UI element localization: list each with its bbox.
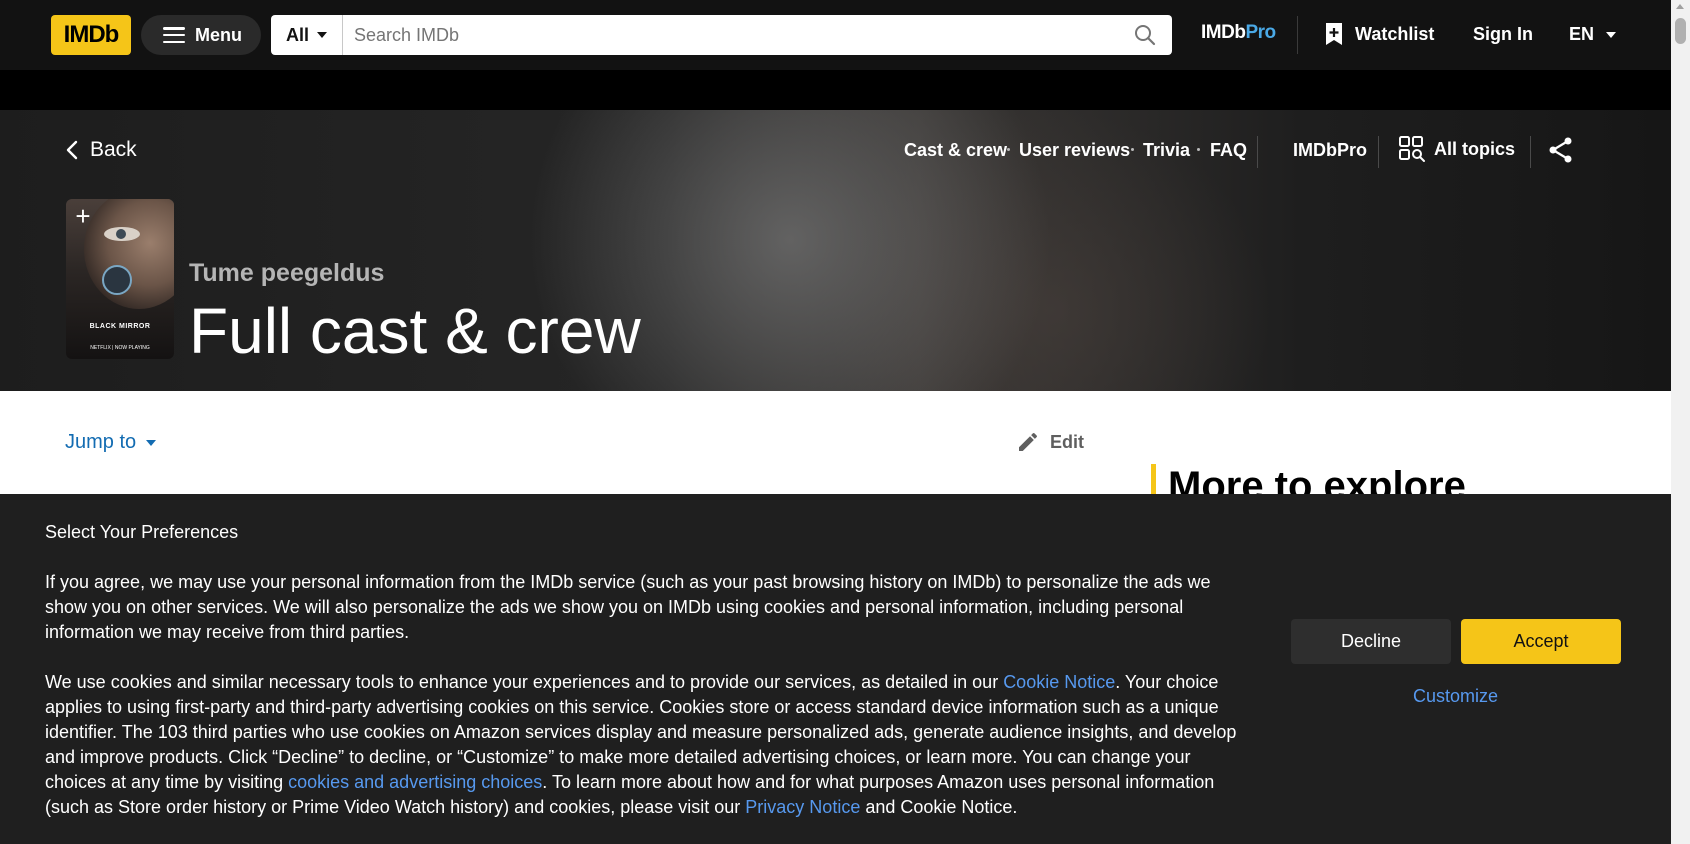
subnav-divider — [1378, 136, 1379, 168]
share-icon — [1549, 137, 1572, 163]
subnav-divider — [1530, 136, 1531, 168]
subnav-imdbpro[interactable]: IMDbPro — [1293, 140, 1367, 161]
subnav-cast-crew[interactable]: Cast & crew — [904, 140, 1007, 161]
share-button[interactable] — [1548, 136, 1574, 169]
all-topics-label: All topics — [1434, 138, 1516, 159]
ad-banner-strip — [0, 70, 1671, 110]
cookie-text: We use cookies and similar necessary too… — [45, 672, 1004, 692]
subnav-divider — [1257, 136, 1258, 168]
watchlist-button[interactable]: Watchlist — [1325, 22, 1434, 46]
poster-emblem — [102, 265, 132, 295]
title-kicker[interactable]: Tume peegeldus — [189, 259, 384, 288]
page-title: Full cast & crew — [189, 295, 641, 367]
imdbpro-text: IMDb — [1201, 22, 1246, 43]
subnav-faq[interactable]: FAQ — [1210, 140, 1247, 161]
advertising-choices-link[interactable]: cookies and advertising choices — [288, 772, 542, 792]
search-icon — [1135, 25, 1156, 46]
decline-button[interactable]: Decline — [1291, 619, 1451, 664]
imdb-logo[interactable]: IMDb — [51, 15, 131, 55]
imdbpro-link[interactable]: IMDbPro — [1201, 22, 1276, 44]
edit-button[interactable]: Edit — [1016, 430, 1084, 454]
poster-eye-image — [104, 227, 140, 241]
grid-search-icon — [1399, 136, 1425, 162]
search-category-label: All — [285, 24, 309, 45]
subnav-user-reviews[interactable]: User reviews — [1019, 140, 1130, 161]
watchlist-label: Watchlist — [1355, 23, 1435, 44]
jump-to-label: Jump to — [65, 431, 137, 453]
page-scrollbar[interactable] — [1671, 0, 1690, 844]
scroll-up-arrow-icon[interactable] — [1676, 4, 1684, 9]
subnav-dot — [1197, 148, 1200, 151]
all-topics-button[interactable]: All topics — [1398, 135, 1515, 163]
subnav-dot — [1131, 148, 1134, 151]
poster-footer: NETFLIX | NOW PLAYING — [90, 345, 150, 351]
page: IMDb Menu All IMDbPro — [0, 0, 1690, 844]
poster-title: BLACK MIRROR — [89, 323, 151, 330]
bookmark-plus-icon — [1326, 23, 1342, 45]
language-selector[interactable]: EN — [1569, 24, 1617, 45]
subnav-trivia[interactable]: Trivia — [1143, 140, 1190, 161]
menu-label: Menu — [195, 24, 242, 45]
hamburger-icon — [163, 27, 185, 43]
sign-in-link[interactable]: Sign In — [1473, 24, 1533, 45]
accept-button[interactable]: Accept — [1461, 619, 1621, 664]
cookie-consent-banner: Select Your Preferences If you agree, we… — [0, 494, 1671, 844]
top-navigation-bar: IMDb Menu All IMDbPro — [0, 0, 1671, 70]
cookie-title: Select Your Preferences — [45, 522, 239, 542]
nav-divider — [1297, 16, 1298, 54]
cookie-notice-link[interactable]: Cookie Notice — [1003, 672, 1115, 692]
subnav: Cast & crew User reviews Trivia FAQ IMDb… — [0, 110, 1671, 190]
poster-face-image — [84, 199, 174, 309]
search-category-dropdown[interactable]: All — [271, 15, 343, 55]
hero-section: Back Cast & crew User reviews Trivia FAQ… — [0, 110, 1671, 391]
customize-link[interactable]: Customize — [1413, 686, 1498, 707]
add-to-watchlist-plus-icon[interactable]: + — [70, 201, 96, 231]
caret-down-icon — [1606, 31, 1617, 38]
caret-down-icon — [317, 32, 327, 38]
cookie-text: and Cookie Notice. — [860, 797, 1018, 817]
cookie-paragraph-personalization: If you agree, we may use your personal i… — [45, 572, 1211, 642]
scrollbar-thumb[interactable] — [1675, 18, 1686, 44]
imdbpro-pro-text: Pro — [1245, 22, 1276, 43]
search-bar: All — [271, 15, 1172, 55]
edit-label: Edit — [1050, 431, 1084, 452]
caret-down-icon — [146, 439, 157, 446]
menu-button[interactable]: Menu — [141, 15, 261, 55]
subnav-dot — [1007, 148, 1010, 151]
jump-to-dropdown[interactable]: Jump to — [65, 431, 157, 454]
cookie-paragraph-details: We use cookies and similar necessary too… — [45, 670, 1255, 820]
title-poster[interactable]: BLACK MIRROR NETFLIX | NOW PLAYING + — [66, 199, 174, 359]
pencil-icon — [1019, 432, 1038, 451]
search-button[interactable] — [1118, 15, 1172, 55]
privacy-notice-link[interactable]: Privacy Notice — [745, 797, 860, 817]
search-input[interactable] — [343, 15, 1118, 55]
language-label: EN — [1569, 24, 1595, 44]
